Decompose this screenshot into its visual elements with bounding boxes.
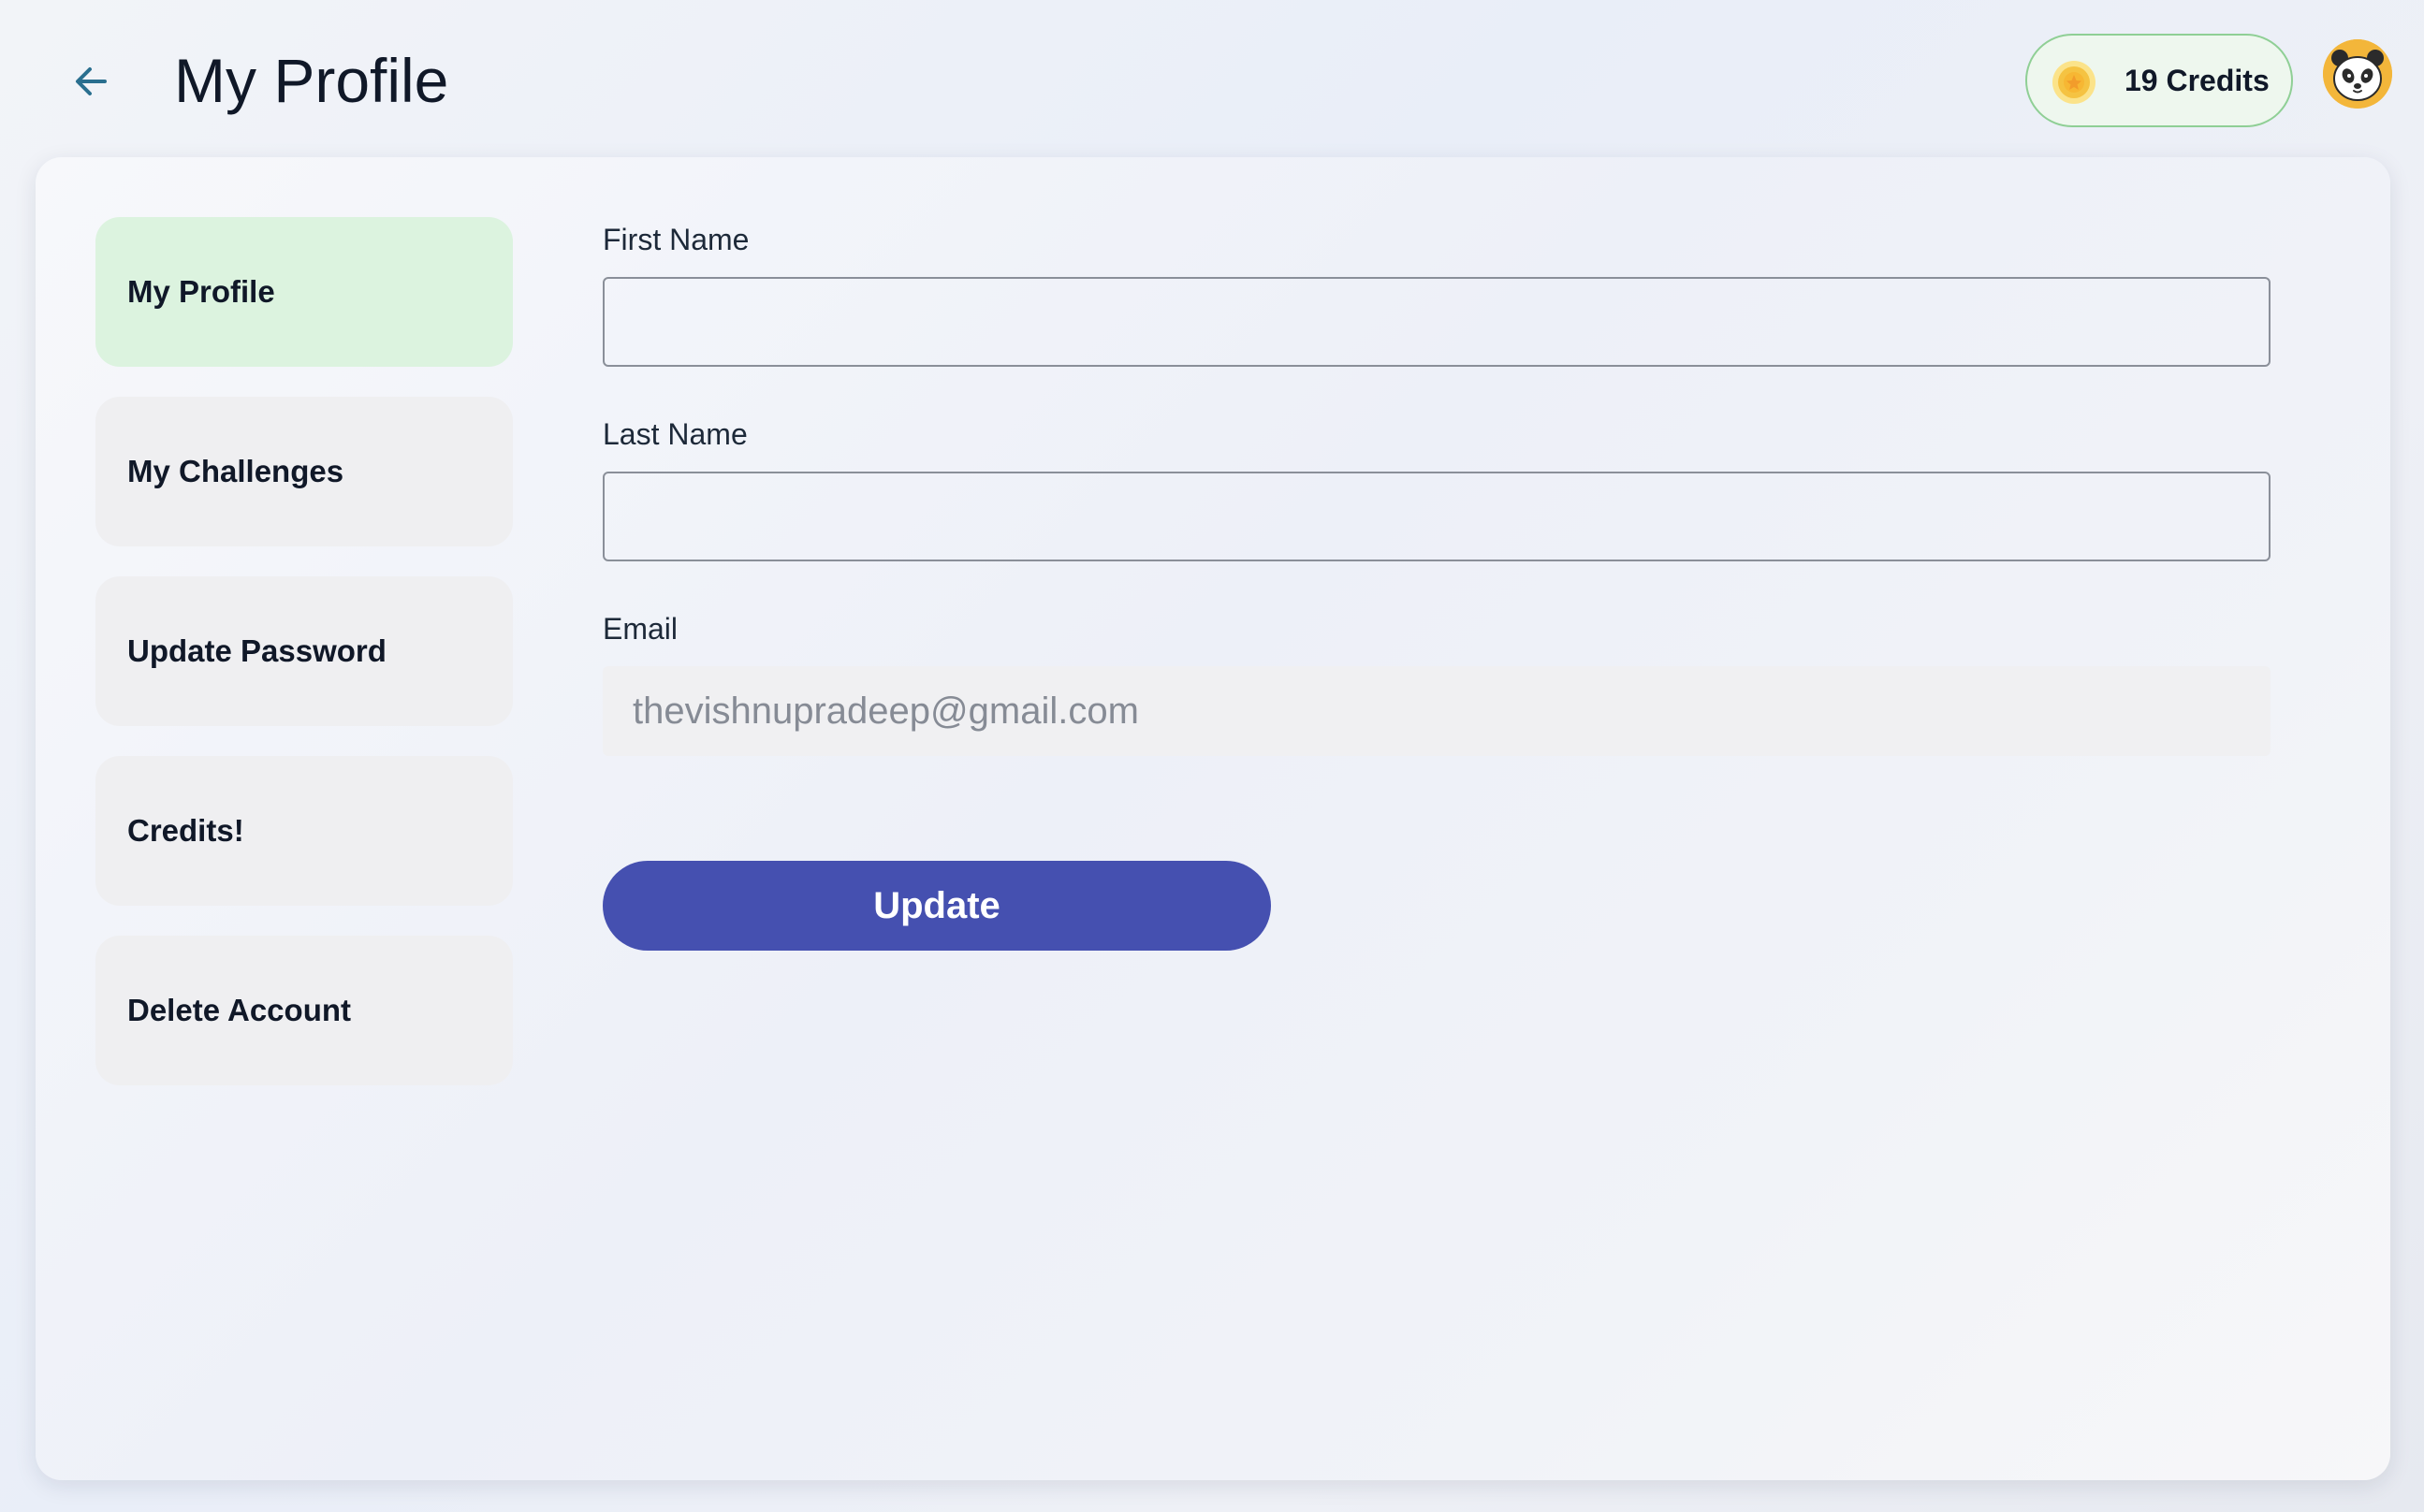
sidebar-item-label: My Profile bbox=[127, 274, 275, 309]
avatar[interactable] bbox=[2323, 39, 2392, 109]
credits-count: 19 Credits bbox=[2125, 64, 2270, 97]
panda-icon bbox=[2323, 39, 2392, 109]
sidebar-item-credits[interactable]: Credits! bbox=[95, 756, 513, 906]
first-name-label: First Name bbox=[603, 223, 750, 256]
page-header: My Profile 19 Credits bbox=[0, 0, 2424, 157]
last-name-label: Last Name bbox=[603, 417, 748, 451]
sidebar-item-label: Delete Account bbox=[127, 993, 351, 1027]
sidebar-item-my-profile[interactable]: My Profile bbox=[95, 217, 513, 367]
update-button[interactable]: Update bbox=[603, 861, 1271, 951]
page-title: My Profile bbox=[174, 46, 449, 115]
sidebar-item-label: My Challenges bbox=[127, 454, 344, 488]
email-field: thevishnupradeep@gmail.com bbox=[603, 666, 2271, 756]
email-label: Email bbox=[603, 612, 679, 646]
first-name-input[interactable] bbox=[603, 277, 2271, 367]
arrow-left-icon[interactable] bbox=[67, 58, 114, 105]
profile-card: My Profile My Challenges Update Password… bbox=[36, 157, 2390, 1480]
sidebar-item-my-challenges[interactable]: My Challenges bbox=[95, 397, 513, 546]
sidebar-item-delete-account[interactable]: Delete Account bbox=[95, 936, 513, 1085]
last-name-input[interactable] bbox=[603, 472, 2271, 561]
sidebar-item-update-password[interactable]: Update Password bbox=[95, 576, 513, 726]
coin-icon bbox=[2052, 61, 2095, 104]
sidebar-item-label: Update Password bbox=[127, 633, 387, 668]
credits-badge[interactable]: 19 Credits bbox=[2025, 34, 2293, 127]
sidebar-item-label: Credits! bbox=[127, 813, 244, 848]
